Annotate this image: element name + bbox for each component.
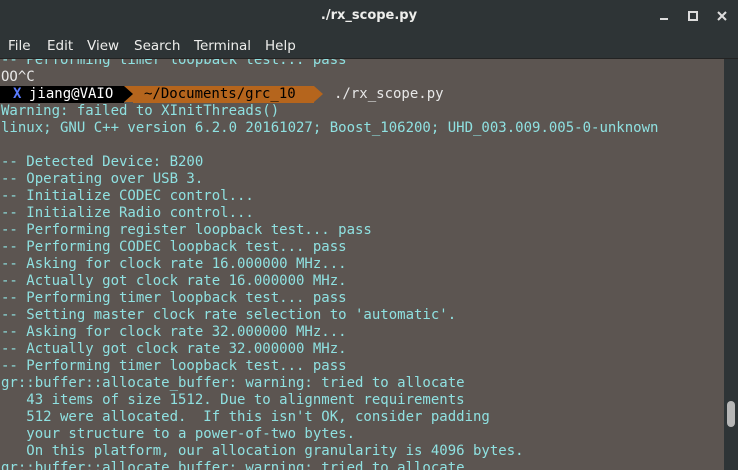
terminal-line: -- Operating over USB 3. bbox=[1, 171, 204, 187]
minimize-button[interactable] bbox=[654, 6, 674, 26]
prompt-separator-arrow bbox=[124, 86, 133, 102]
terminal-line: -- Performing register loopback test... … bbox=[1, 222, 372, 238]
close-icon bbox=[717, 11, 727, 21]
terminal-line: -- Setting master clock rate selection t… bbox=[1, 307, 457, 323]
terminal-line: linux; GNU C++ version 6.2.0 20161027; B… bbox=[1, 120, 659, 136]
terminal-line: -- Initialize Radio control... bbox=[1, 205, 254, 221]
close-button[interactable] bbox=[712, 6, 732, 26]
terminal-line: gr::buffer::allocate_buffer: warning: tr… bbox=[1, 375, 465, 391]
prompt-directory: ~/Documents/grc_10 bbox=[144, 86, 296, 102]
prompt-command: ./rx_scope.py bbox=[334, 86, 444, 102]
terminal-line: -- Detected Device: B200 bbox=[1, 154, 204, 170]
terminal-line-interrupt: OO^C bbox=[1, 69, 35, 85]
maximize-button[interactable] bbox=[683, 6, 703, 26]
menu-file[interactable]: File bbox=[8, 38, 31, 54]
prompt-user: jiang@VAIO bbox=[29, 86, 114, 102]
terminal-line: -- Actually got clock rate 16.000000 MHz… bbox=[1, 273, 347, 289]
terminal-line: On this platform, our allocation granula… bbox=[1, 443, 524, 459]
terminal-window: ./rx_scope.py File Edit View Search Term… bbox=[0, 0, 738, 470]
menu-bar: File Edit View Search Terminal Help bbox=[0, 33, 738, 59]
terminal-line: 43 items of size 1512. Due to alignment … bbox=[1, 392, 465, 408]
menu-view[interactable]: View bbox=[87, 38, 119, 54]
menu-terminal[interactable]: Terminal bbox=[194, 38, 251, 54]
terminal-line: -- Asking for clock rate 32.000000 MHz..… bbox=[1, 324, 347, 340]
prompt-end-arrow bbox=[314, 86, 323, 102]
maximize-icon bbox=[688, 11, 698, 21]
shell-prompt: X jiang@VAIO ~/Documents/grc_10 ./rx_sco… bbox=[0, 86, 500, 103]
x-logo-icon: X bbox=[13, 86, 22, 102]
title-bar[interactable]: ./rx_scope.py bbox=[0, 0, 738, 33]
terminal-line: -- Performing timer loopback test... pas… bbox=[1, 290, 347, 306]
terminal-line: 512 were allocated. If this isn't OK, co… bbox=[1, 409, 490, 425]
terminal-output[interactable]: -- Performing timer loopback test... pas… bbox=[0, 59, 724, 470]
terminal-line: -- Actually got clock rate 32.000000 MHz… bbox=[1, 341, 347, 357]
terminal-line-partial: -- Performing timer loopback test... pas… bbox=[1, 59, 347, 68]
terminal-line: Warning: failed to XInitThreads() bbox=[1, 103, 280, 119]
terminal-line: your structure to a power-of-two bytes. bbox=[1, 426, 356, 442]
window-title: ./rx_scope.py bbox=[320, 8, 418, 23]
scrollbar-thumb[interactable] bbox=[727, 401, 735, 427]
terminal-scrollbar[interactable] bbox=[724, 59, 738, 470]
terminal-line: -- Performing timer loopback test... pas… bbox=[1, 358, 347, 374]
terminal-line: -- Performing CODEC loopback test... pas… bbox=[1, 239, 347, 255]
menu-edit[interactable]: Edit bbox=[47, 38, 73, 54]
prompt-directory-segment: ~/Documents/grc_10 bbox=[133, 86, 314, 103]
menu-search[interactable]: Search bbox=[134, 38, 180, 54]
terminal-line: -- Initialize CODEC control... bbox=[1, 188, 254, 204]
minimize-icon bbox=[660, 18, 668, 20]
terminal-line: gr::buffer::allocate_buffer: warning: tr… bbox=[1, 460, 465, 470]
menu-help[interactable]: Help bbox=[265, 38, 296, 54]
prompt-user-segment: X jiang@VAIO bbox=[0, 86, 124, 103]
terminal-line: -- Asking for clock rate 16.000000 MHz..… bbox=[1, 256, 347, 272]
